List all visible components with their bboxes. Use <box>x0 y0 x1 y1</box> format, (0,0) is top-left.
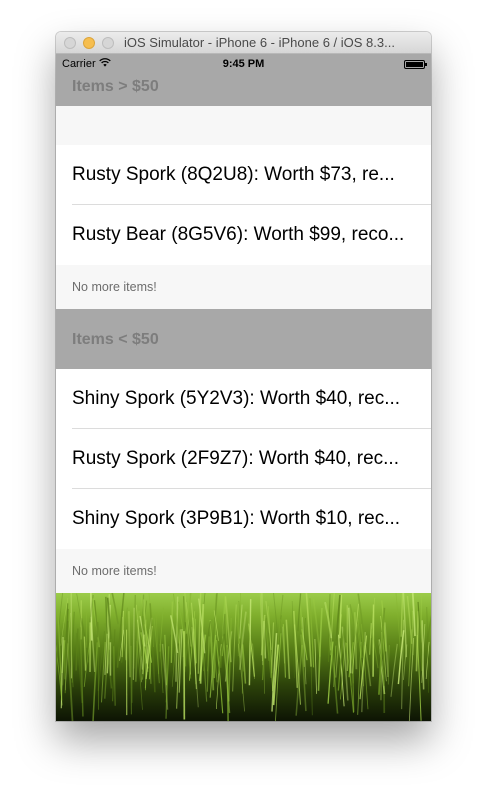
battery-icon <box>404 60 427 69</box>
section-header-label: Items < $50 <box>72 331 159 348</box>
simulator-window: iOS Simulator - iPhone 6 - iPhone 6 / iO… <box>56 32 431 721</box>
close-button[interactable] <box>64 37 76 49</box>
section-footer-label: No more items! <box>72 564 157 578</box>
window-titlebar[interactable]: iOS Simulator - iPhone 6 - iPhone 6 / iO… <box>56 32 431 54</box>
zoom-button[interactable] <box>102 37 114 49</box>
row-label: Rusty Spork (8Q2U8): Worth $73, re... <box>72 164 395 185</box>
device-screen: Carrier 9:45 PM Items > $50 Rusty Spork … <box>56 54 431 721</box>
row-label: Rusty Bear (8G5V6): Worth $99, reco... <box>72 224 405 245</box>
section-footer-label: No more items! <box>72 280 157 294</box>
row-label: Shiny Spork (3P9B1): Worth $10, rec... <box>72 508 401 529</box>
table-row[interactable]: Rusty Spork (8Q2U8): Worth $73, re... <box>56 145 431 205</box>
table-row[interactable]: Shiny Spork (3P9B1): Worth $10, rec... <box>56 489 431 549</box>
section-header-label: Items > $50 <box>72 78 159 95</box>
section-footer: No more items! <box>56 549 431 593</box>
grass-background-image <box>56 593 431 721</box>
row-label: Shiny Spork (5Y2V3): Worth $40, rec... <box>72 388 401 409</box>
table-row[interactable]: Shiny Spork (5Y2V3): Worth $40, rec... <box>56 369 431 429</box>
section-header-under-50: Items < $50 <box>56 309 431 369</box>
row-label: Rusty Spork (2F9Z7): Worth $40, rec... <box>72 448 399 469</box>
section-footer: No more items! <box>56 265 431 309</box>
status-time: 9:45 PM <box>222 58 265 70</box>
minimize-button[interactable] <box>83 37 95 49</box>
table-row[interactable]: Rusty Spork (2F9Z7): Worth $40, rec... <box>56 429 431 489</box>
table-row[interactable]: Rusty Bear (8G5V6): Worth $99, reco... <box>56 205 431 265</box>
status-bar: Carrier 9:45 PM <box>56 54 431 74</box>
window-title: iOS Simulator - iPhone 6 - iPhone 6 / iO… <box>124 35 395 50</box>
desktop: iOS Simulator - iPhone 6 - iPhone 6 / iO… <box>0 0 487 801</box>
